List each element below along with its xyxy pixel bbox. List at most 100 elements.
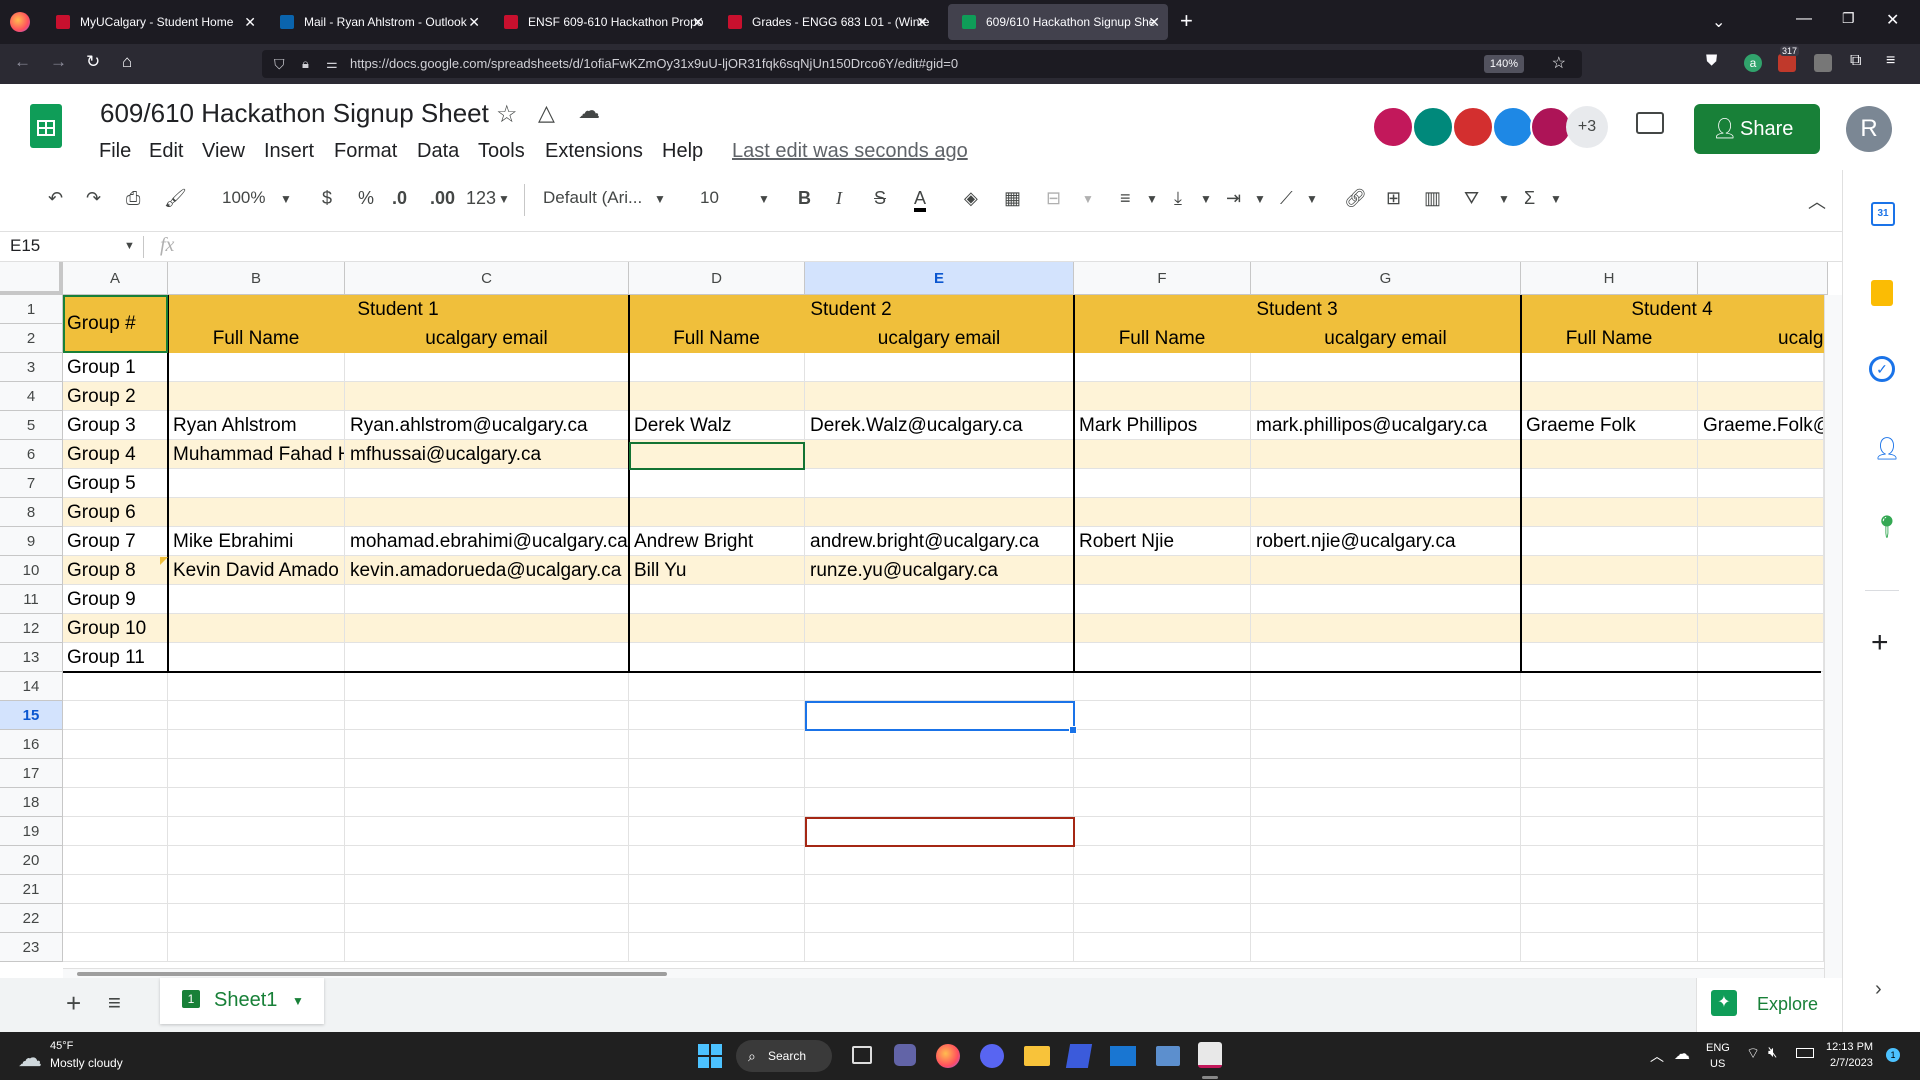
data-cell[interactable]: Bill Yu bbox=[629, 556, 805, 585]
menu-insert[interactable]: Insert bbox=[264, 140, 314, 163]
data-cell[interactable] bbox=[805, 353, 1074, 382]
chevron-down-icon[interactable]: ▼ bbox=[292, 994, 304, 1008]
notification-badge[interactable]: 1 bbox=[1886, 1048, 1900, 1062]
row-header[interactable]: 12 bbox=[0, 614, 63, 643]
data-cell[interactable] bbox=[1074, 353, 1251, 382]
data-cell[interactable] bbox=[168, 469, 345, 498]
data-cell[interactable] bbox=[1698, 382, 1824, 411]
row-header[interactable]: 7 bbox=[0, 469, 63, 498]
empty-cell[interactable] bbox=[1698, 933, 1824, 962]
row-header[interactable]: 1 bbox=[0, 295, 63, 324]
font-family-select[interactable]: Default (Ari... bbox=[543, 188, 642, 208]
volume-muted-icon[interactable]: 🔇︎ bbox=[1768, 1044, 1777, 1061]
firefox-menu-icon[interactable] bbox=[10, 12, 30, 32]
group-label-cell[interactable]: Group 1 bbox=[63, 353, 168, 382]
bookmark-star-icon[interactable]: ☆ bbox=[1552, 50, 1566, 78]
app-menu-icon[interactable]: ≡ bbox=[1886, 52, 1895, 70]
percent-format-button[interactable]: % bbox=[358, 188, 374, 209]
data-cell[interactable] bbox=[1698, 643, 1824, 672]
empty-cell[interactable] bbox=[805, 875, 1074, 904]
tab-myucalgary[interactable]: MyUCalgary - Student Home ✕ bbox=[42, 4, 264, 40]
bold-icon[interactable]: B bbox=[798, 188, 811, 209]
data-cell[interactable] bbox=[1521, 527, 1698, 556]
data-cell[interactable]: robert.njie@ucalgary.ca bbox=[1251, 527, 1521, 556]
tab-signup-sheet[interactable]: 609/610 Hackathon Signup She ✕ bbox=[948, 4, 1168, 40]
text-rotation-icon[interactable]: ⟋ bbox=[1280, 188, 1293, 209]
empty-cell[interactable] bbox=[1521, 817, 1698, 846]
tasks-icon[interactable]: ✓ bbox=[1869, 356, 1895, 382]
extension-badge-icon[interactable] bbox=[1778, 54, 1796, 72]
column-header-i[interactable] bbox=[1698, 262, 1828, 295]
photos-taskbar-icon[interactable] bbox=[1156, 1046, 1180, 1066]
tab-grades[interactable]: Grades - ENGG 683 L01 - (Winte ✕ bbox=[714, 4, 936, 40]
data-cell[interactable]: Kevin David Amado R bbox=[168, 556, 345, 585]
chevron-down-icon[interactable]: ▼ bbox=[1082, 192, 1094, 206]
show-hidden-icons-chevron-icon[interactable]: ︿ bbox=[1650, 1046, 1664, 1066]
data-cell[interactable] bbox=[1074, 498, 1251, 527]
row-header[interactable]: 11 bbox=[0, 585, 63, 614]
empty-cell[interactable] bbox=[1698, 817, 1824, 846]
data-cell[interactable] bbox=[805, 585, 1074, 614]
data-cell[interactable] bbox=[168, 585, 345, 614]
forward-icon[interactable]: → bbox=[50, 52, 67, 72]
empty-cell[interactable] bbox=[1521, 933, 1698, 962]
chevron-down-icon[interactable]: ▼ bbox=[1498, 192, 1510, 206]
clock-date[interactable]: 2/7/2023 bbox=[1830, 1057, 1873, 1069]
pocket-icon[interactable]: ⛊ bbox=[1706, 52, 1717, 69]
empty-cell[interactable] bbox=[345, 875, 629, 904]
app-taskbar-icon[interactable] bbox=[1065, 1044, 1093, 1068]
empty-cell[interactable] bbox=[1698, 730, 1824, 759]
row-header[interactable]: 20 bbox=[0, 846, 63, 875]
cloud-saved-icon[interactable]: ☁ bbox=[578, 98, 600, 124]
data-cell[interactable] bbox=[629, 498, 805, 527]
subheader-cell[interactable]: ucalgary email bbox=[1251, 324, 1521, 353]
empty-cell[interactable] bbox=[629, 730, 805, 759]
empty-cell[interactable] bbox=[1521, 904, 1698, 933]
menu-extensions[interactable]: Extensions bbox=[545, 140, 643, 163]
data-cell[interactable] bbox=[1698, 556, 1824, 585]
close-tab-icon[interactable]: ✕ bbox=[916, 4, 928, 40]
subheader-cell[interactable]: Full Name bbox=[1074, 324, 1251, 353]
insert-comment-icon[interactable]: ⊞ bbox=[1386, 188, 1401, 209]
more-collaborators-badge[interactable]: +3 bbox=[1566, 106, 1608, 148]
discord-taskbar-icon[interactable] bbox=[980, 1044, 1004, 1068]
group-label-cell[interactable]: Group 3 bbox=[63, 411, 168, 440]
decrease-decimal-button[interactable]: .0 bbox=[392, 188, 407, 209]
empty-cell[interactable] bbox=[1251, 817, 1521, 846]
empty-cell[interactable] bbox=[63, 904, 168, 933]
data-cell[interactable]: Graeme.Folk@ bbox=[1698, 411, 1824, 440]
undo-icon[interactable]: ↶ bbox=[48, 188, 63, 209]
empty-cell[interactable] bbox=[345, 701, 629, 730]
extensions-puzzle-icon[interactable]: ⧉ bbox=[1850, 52, 1861, 70]
data-cell[interactable] bbox=[1074, 382, 1251, 411]
empty-cell[interactable] bbox=[168, 759, 345, 788]
vertical-scrollbar[interactable] bbox=[1824, 295, 1842, 980]
permissions-icon[interactable]: ⚌ bbox=[326, 50, 338, 78]
currency-format-button[interactable]: $ bbox=[322, 188, 332, 209]
formula-input[interactable] bbox=[204, 234, 1804, 260]
column-header-f[interactable]: F bbox=[1074, 262, 1251, 295]
empty-cell[interactable] bbox=[1698, 904, 1824, 933]
data-cell[interactable] bbox=[1074, 556, 1251, 585]
empty-cell[interactable] bbox=[1521, 875, 1698, 904]
data-cell[interactable] bbox=[1521, 353, 1698, 382]
group-label-cell[interactable]: Group 8 bbox=[63, 556, 168, 585]
document-title[interactable]: 609/610 Hackathon Signup Sheet bbox=[100, 98, 489, 129]
empty-cell[interactable] bbox=[1251, 846, 1521, 875]
input-language-2[interactable]: US bbox=[1710, 1058, 1725, 1070]
extension-generic-icon[interactable] bbox=[1814, 54, 1832, 72]
row-header[interactable]: 13 bbox=[0, 643, 63, 672]
data-cell[interactable] bbox=[168, 382, 345, 411]
taskbar-search-box[interactable]: ⌕ Search bbox=[736, 1040, 832, 1072]
data-cell[interactable]: Mark Phillipos bbox=[1074, 411, 1251, 440]
functions-icon[interactable]: Σ bbox=[1524, 188, 1535, 209]
data-cell[interactable] bbox=[1521, 498, 1698, 527]
insert-chart-icon[interactable]: ▥ bbox=[1424, 188, 1441, 209]
empty-cell[interactable] bbox=[629, 788, 805, 817]
empty-cell[interactable] bbox=[168, 904, 345, 933]
data-cell[interactable] bbox=[1251, 382, 1521, 411]
column-header-g[interactable]: G bbox=[1251, 262, 1521, 295]
empty-cell[interactable] bbox=[629, 875, 805, 904]
data-cell[interactable] bbox=[629, 585, 805, 614]
close-tab-icon[interactable]: ✕ bbox=[692, 4, 704, 40]
